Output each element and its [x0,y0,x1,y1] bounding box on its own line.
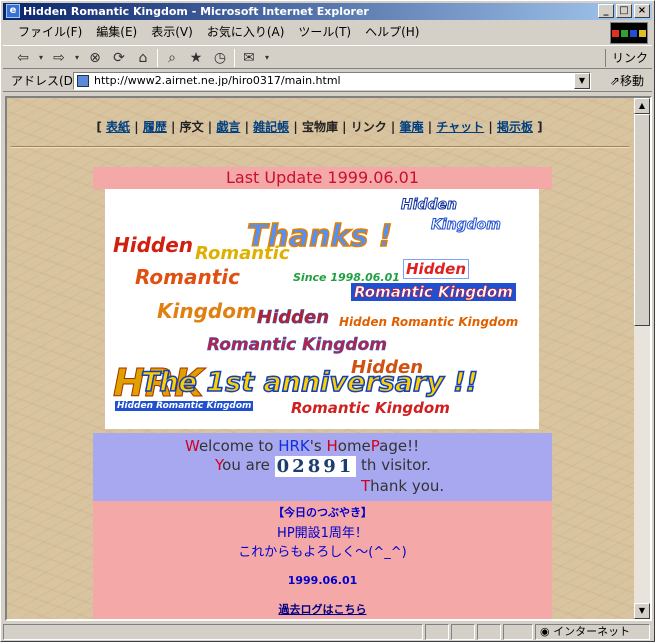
tsubuyaki-line-2: これからもよろしく～(^_^) [238,545,407,560]
banner-anniversary-text: The 1st anniversary !! [140,366,478,399]
nav-links: リンク [350,120,387,134]
back-icon[interactable]: ⇦ [13,48,33,68]
last-update: Last Update 1999.06.01 [93,167,552,189]
welcome-box: Welcome to HRK's HomePage!! You are 0289… [93,433,552,501]
visitor-counter: 02891 [274,456,357,477]
banner-romantic-kingdom-2-text: Romantic Kingdom [207,335,388,356]
scroll-thumb[interactable] [634,114,650,326]
menu-tools[interactable]: ツール(T) [291,24,358,40]
nav-bracket-close: ] [537,120,543,134]
menu-favorites[interactable]: お気に入り(A) [200,24,292,40]
banner-hidden-text: Hidden [400,197,458,214]
thank-you-line: Thank you. [361,477,445,495]
banner-hidden-blue-text: Hidden [257,307,330,329]
site-nav: [ 表紙 | 履歴 | 序文 | 戯言 | 雑記帳 | 宝物庫 | リンク | … [96,120,543,134]
forward-dropdown-icon[interactable]: ▾ [73,48,81,68]
menu-file[interactable]: ファイル(F) [11,24,89,40]
menu-bar: ファイル(F) 編集(E) 表示(V) お気に入り(A) ツール(T) ヘルプ(… [3,22,652,44]
title-bar: e Hidden Romantic Kingdom - Microsoft In… [3,3,652,20]
nav-treasury: 宝物庫 [301,120,338,134]
vertical-scrollbar[interactable]: ▲ ▼ [634,98,650,619]
nav-hitsuan-link[interactable]: 筆庵 [400,120,424,134]
maximize-button[interactable]: □ [616,4,632,18]
nav-chat-link[interactable]: チャット [436,120,484,134]
mail-dropdown-icon[interactable]: ▾ [263,48,271,68]
browser-window: e Hidden Romantic Kingdom - Microsoft In… [0,0,655,642]
page-viewport[interactable]: [ 表紙 | 履歴 | 序文 | 戯言 | 雑記帳 | 宝物庫 | リンク | … [5,96,652,621]
banner-romantic-kingdom-text: Romantic Kingdom [351,283,516,301]
tsubuyaki-header: 【今日のつぶやき】 [273,506,372,519]
divider [11,146,629,148]
links-button[interactable]: リンク [604,49,648,67]
page-icon [77,75,89,87]
ie-app-icon: e [6,4,20,18]
favorites-icon[interactable]: ★ [186,48,206,68]
back-dropdown-icon[interactable]: ▾ [37,48,45,68]
globe-icon: ◉ [540,625,550,638]
status-text [3,624,423,640]
search-icon[interactable]: ⌕ [162,48,182,68]
banner-hidden-box-text: Hidden [403,259,470,279]
status-seg-4 [503,624,533,640]
tsubuyaki-date: 1999.06.01 [287,574,358,587]
status-seg-3 [477,624,501,640]
banner-hrk-small-text: Hidden Romantic Kingdom [115,401,254,411]
forward-icon[interactable]: ⇨ [49,48,69,68]
status-seg-1 [425,624,449,640]
banner-kingdom-blue-text: Kingdom [431,217,502,234]
history-icon[interactable]: ◷ [210,48,230,68]
banner-romantic-text: Romantic [195,243,290,264]
nav-notebook-link[interactable]: 雑記帳 [253,120,289,134]
tsubuyaki-line-1: HP開設1周年！ [277,526,368,541]
visitor-line: You are 02891 th visitor. [215,456,431,477]
banner-romantic-red-text: Romantic [135,265,240,289]
go-arrow-icon: ⇗ [609,74,620,88]
tsubuyaki-box: 【今日のつぶやき】 HP開設1周年！ これからもよろしく～(^_^) 1999.… [93,501,552,619]
scroll-down-icon[interactable]: ▼ [634,603,650,619]
minimize-button[interactable]: _ [598,4,614,18]
toolbar-separator [234,49,235,67]
nav-cover-link[interactable]: 表紙 [106,120,130,134]
address-label: アドレス(D) [11,74,78,88]
welcome-line: Welcome to HRK's HomePage!! [185,437,420,455]
go-label: 移動 [619,74,644,88]
address-url: http://www2.airnet.ne.jp/hiro0317/main.h… [94,74,341,87]
nav-bracket-open: [ [96,120,102,134]
menu-help[interactable]: ヘルプ(H) [358,24,426,40]
banner-hrk-long-text: Hidden Romantic Kingdom [339,315,519,329]
go-button[interactable]: ⇗移動 [610,73,644,89]
nav-preface: 序文 [179,120,204,134]
stop-icon[interactable]: ⊗ [85,48,105,68]
window-title: Hidden Romantic Kingdom - Microsoft Inte… [23,5,369,18]
address-input[interactable]: http://www2.airnet.ne.jp/hiro0317/main.h… [73,72,591,90]
mail-icon[interactable]: ✉ [239,48,259,68]
anniversary-banner: Hidden Kingdom Thanks ! Hidden Romantic … [105,189,539,429]
status-zone: ◉ インターネット [535,624,650,640]
banner-kingdom-text: Kingdom [157,299,257,323]
status-bar: ◉ インターネット [3,623,652,641]
home-icon[interactable]: ⌂ [133,48,153,68]
refresh-icon[interactable]: ⟳ [109,48,129,68]
menu-edit[interactable]: 編集(E) [89,24,144,40]
status-seg-2 [451,624,475,640]
nav-gigen-link[interactable]: 戯言 [216,120,240,134]
address-dropdown-icon[interactable]: ▼ [574,73,590,89]
toolbar-separator [157,49,158,67]
scroll-up-icon[interactable]: ▲ [634,98,650,114]
nav-history-link[interactable]: 履歴 [143,120,167,134]
address-bar: アドレス(D) http://www2.airnet.ne.jp/hiro031… [3,70,652,92]
close-button[interactable]: × [634,4,650,18]
windows-logo-icon [610,22,648,44]
banner-hidden-red-text: Hidden [113,233,194,257]
nav-bbs-link[interactable]: 掲示板 [497,120,533,134]
standard-toolbar: ⇦ ▾ ⇨ ▾ ⊗ ⟳ ⌂ ⌕ ★ ◷ ✉ ▾ リンク [3,45,652,69]
banner-romantic-kingdom-3-text: Romantic Kingdom [291,399,450,417]
menu-view[interactable]: 表示(V) [144,24,200,40]
past-log-link[interactable]: 過去ログはこちら [93,601,552,617]
